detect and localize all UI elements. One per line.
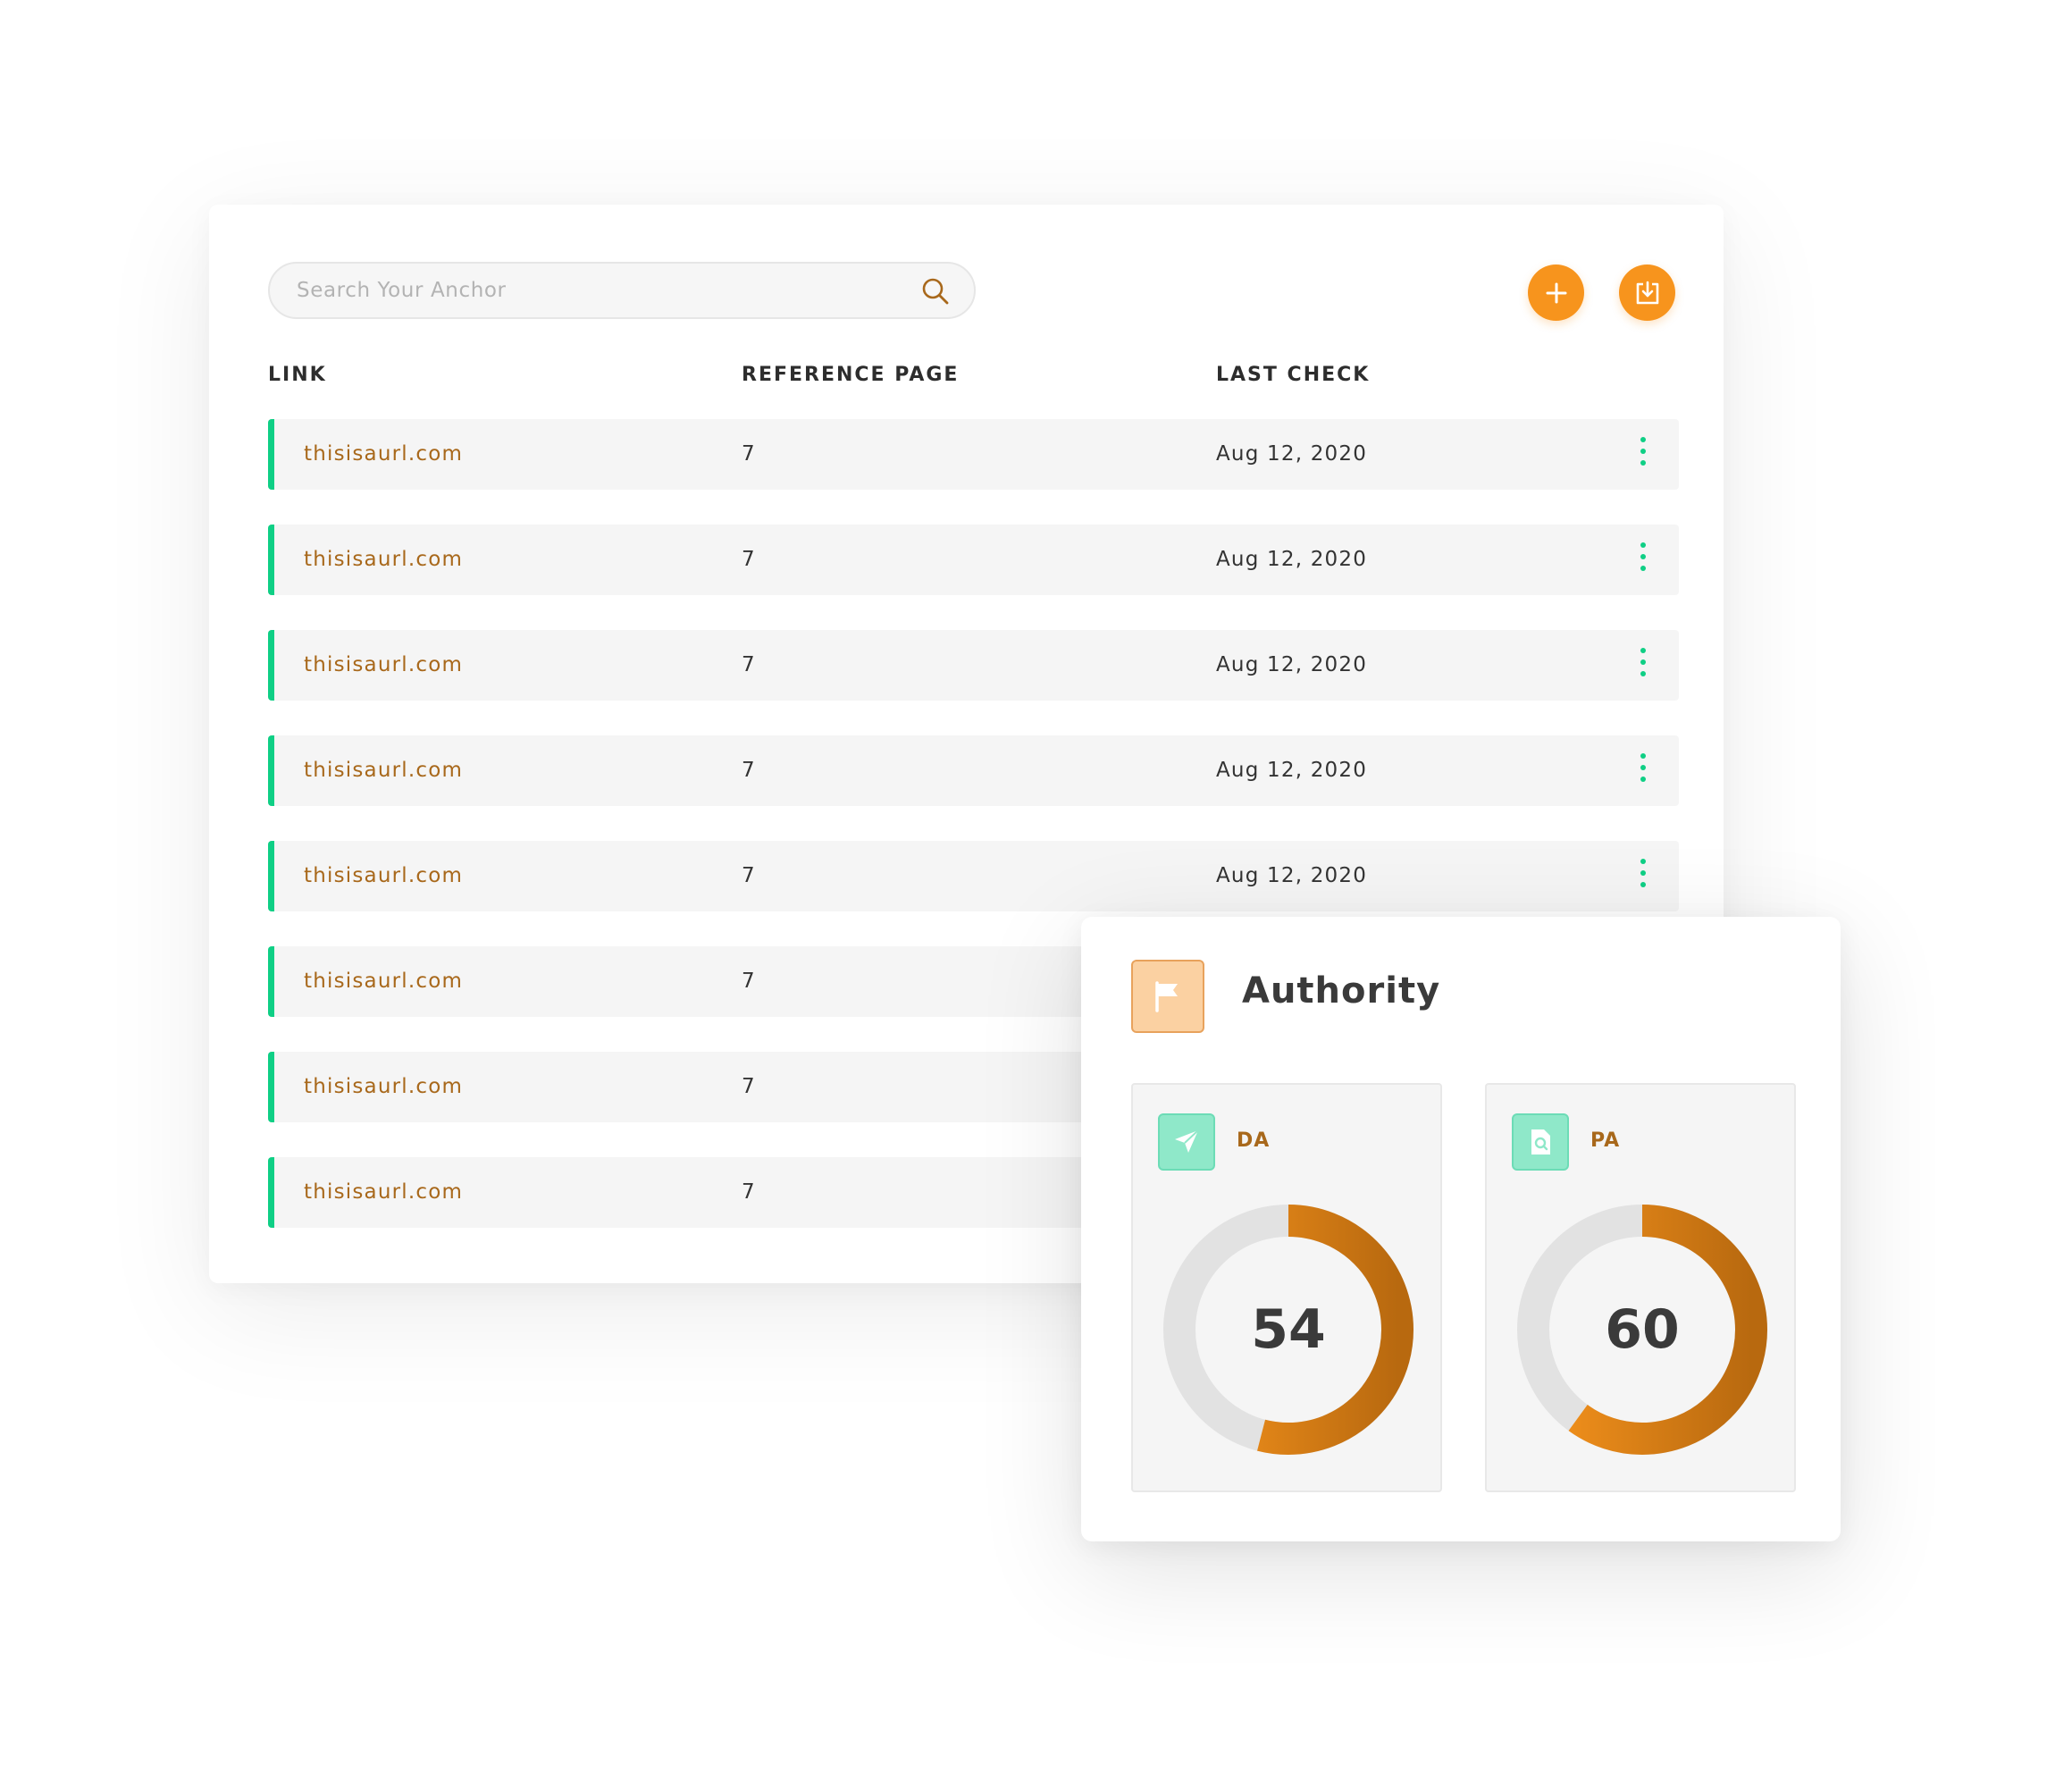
plus-icon	[1546, 282, 1566, 303]
more-options-icon[interactable]	[1634, 648, 1652, 684]
table-row[interactable]: thisisaurl.com 7 Aug 12, 2020	[268, 525, 1679, 595]
reference-page-cell: 7	[742, 1075, 756, 1098]
table-row[interactable]: thisisaurl.com 7 Aug 12, 2020	[268, 419, 1679, 490]
table-row[interactable]: thisisaurl.com 7 Aug 12, 2020	[268, 630, 1679, 701]
send-icon	[1158, 1113, 1215, 1171]
search-input[interactable]	[297, 264, 904, 317]
reference-page-cell: 7	[742, 759, 756, 782]
last-check-cell: Aug 12, 2020	[1216, 548, 1368, 571]
more-options-icon[interactable]	[1634, 753, 1652, 789]
last-check-cell: Aug 12, 2020	[1216, 759, 1368, 782]
add-button[interactable]	[1528, 264, 1584, 321]
reference-page-cell: 7	[742, 1180, 756, 1204]
reference-page-cell: 7	[742, 864, 756, 887]
download-icon	[1636, 281, 1658, 304]
last-check-cell: Aug 12, 2020	[1216, 442, 1368, 466]
more-options-icon[interactable]	[1634, 437, 1652, 473]
link-cell[interactable]: thisisaurl.com	[304, 630, 463, 701]
column-header-reference-page: REFERENCE PAGE	[742, 364, 960, 386]
metric-value: 60	[1605, 1298, 1680, 1361]
link-cell[interactable]: thisisaurl.com	[304, 1157, 463, 1228]
search-icon[interactable]	[920, 276, 951, 306]
flag-icon	[1131, 960, 1204, 1033]
file-search-icon	[1512, 1113, 1569, 1171]
reference-page-cell: 7	[742, 653, 756, 676]
metric-card-da: DA 54	[1131, 1083, 1442, 1492]
metric-card-pa: PA 60	[1485, 1083, 1796, 1492]
last-check-cell: Aug 12, 2020	[1216, 653, 1368, 676]
download-button[interactable]	[1619, 264, 1675, 321]
more-options-icon[interactable]	[1634, 859, 1652, 894]
metric-label: DA	[1237, 1129, 1271, 1152]
table-row[interactable]: thisisaurl.com 7 Aug 12, 2020	[268, 735, 1679, 806]
reference-page-cell: 7	[742, 970, 756, 993]
more-options-icon[interactable]	[1634, 542, 1652, 578]
link-cell[interactable]: thisisaurl.com	[304, 1052, 463, 1122]
authority-title: Authority	[1242, 970, 1441, 1012]
link-cell[interactable]: thisisaurl.com	[304, 841, 463, 911]
search-bar	[268, 262, 976, 319]
link-cell[interactable]: thisisaurl.com	[304, 419, 463, 490]
metric-value: 54	[1251, 1298, 1326, 1361]
table-row[interactable]: thisisaurl.com 7 Aug 12, 2020	[268, 841, 1679, 911]
reference-page-cell: 7	[742, 548, 756, 571]
reference-page-cell: 7	[742, 442, 756, 466]
authority-card: Authority DA 54 PA 60	[1081, 917, 1841, 1541]
column-header-last-check: LAST CHECK	[1216, 364, 1371, 386]
last-check-cell: Aug 12, 2020	[1216, 864, 1368, 887]
metric-label: PA	[1590, 1129, 1621, 1152]
link-cell[interactable]: thisisaurl.com	[304, 525, 463, 595]
link-cell[interactable]: thisisaurl.com	[304, 946, 463, 1017]
link-cell[interactable]: thisisaurl.com	[304, 735, 463, 806]
column-header-link: LINK	[268, 364, 327, 386]
